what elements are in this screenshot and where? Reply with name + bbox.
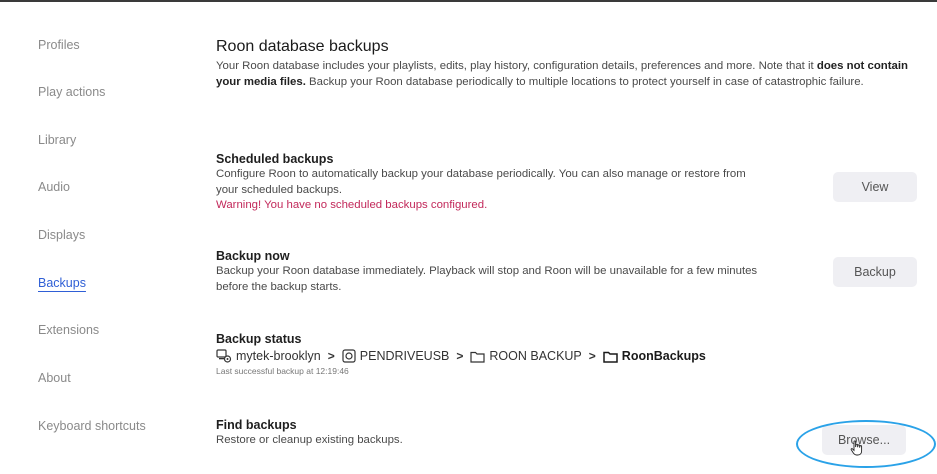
- path-segment-folder-roon-backup[interactable]: ROON BACKUP: [470, 349, 582, 363]
- scheduled-backups-section: Scheduled backups Configure Roon to auto…: [216, 152, 761, 214]
- folder-icon: [470, 351, 485, 363]
- network-drive-icon: [216, 349, 232, 363]
- backup-now-description: Backup your Roon database immediately. P…: [216, 265, 758, 293]
- sidebar-item-about[interactable]: About: [38, 371, 71, 385]
- settings-sidebar: Profiles Play actions Library Audio Disp…: [0, 2, 190, 474]
- intro-text: Your Roon database includes your playlis…: [216, 59, 916, 90]
- sidebar-item-audio[interactable]: Audio: [38, 180, 70, 194]
- path-segment-label: ROON BACKUP: [489, 349, 582, 363]
- last-backup-timestamp: Last successful backup at 12:19:46: [216, 366, 349, 376]
- chevron-right-icon: >: [327, 349, 335, 363]
- backups-panel: Roon database backups Your Roon database…: [216, 0, 917, 474]
- settings-window: Profiles Play actions Library Audio Disp…: [0, 0, 937, 474]
- usb-drive-icon: [342, 349, 356, 363]
- sidebar-item-library[interactable]: Library: [38, 133, 76, 147]
- backup-status-title: Backup status: [216, 332, 302, 346]
- backup-now-title: Backup now: [216, 249, 290, 263]
- scheduled-backups-description: Configure Roon to automatically backup y…: [216, 168, 746, 196]
- find-backups-title: Find backups: [216, 418, 297, 432]
- hand-cursor-icon: [850, 440, 863, 456]
- find-backups-section: Find backups Restore or cleanup existing…: [216, 418, 761, 449]
- scheduled-backups-warning: Warning! You have no scheduled backups c…: [216, 199, 488, 211]
- scheduled-backups-title: Scheduled backups: [216, 152, 334, 166]
- chevron-right-icon: >: [456, 349, 464, 363]
- sidebar-item-play-actions[interactable]: Play actions: [38, 85, 105, 99]
- backup-now-section: Backup now Backup your Roon database imm…: [216, 249, 761, 295]
- path-segment-label: RoonBackups: [621, 349, 706, 363]
- find-backups-description: Restore or cleanup existing backups.: [216, 434, 403, 446]
- backup-button[interactable]: Backup: [833, 257, 917, 287]
- path-segment-label: PENDRIVEUSB: [359, 349, 450, 363]
- path-segment-folder-roonbackups[interactable]: RoonBackups: [603, 349, 706, 363]
- page-title: Roon database backups: [216, 38, 389, 55]
- path-segment-label: mytek-brooklyn: [236, 349, 321, 363]
- backup-path-breadcrumb: mytek-brooklyn > PENDRIVEUSB > ROON BACK…: [216, 349, 856, 363]
- chevron-right-icon: >: [588, 349, 596, 363]
- path-segment-server[interactable]: mytek-brooklyn: [216, 349, 321, 363]
- sidebar-item-profiles[interactable]: Profiles: [38, 38, 80, 52]
- sidebar-item-extensions[interactable]: Extensions: [38, 323, 99, 337]
- sidebar-item-keyboard-shortcuts[interactable]: Keyboard shortcuts: [38, 419, 146, 433]
- sidebar-item-backups[interactable]: Backups: [38, 276, 86, 290]
- intro-text-part2: Backup your Roon database periodically t…: [305, 75, 864, 88]
- view-button[interactable]: View: [833, 172, 917, 202]
- intro-text-part1: Your Roon database includes your playlis…: [216, 60, 817, 72]
- backup-status-section: Backup status mytek-brooklyn > PENDRIVEU…: [216, 332, 856, 376]
- sidebar-item-displays[interactable]: Displays: [38, 228, 85, 242]
- path-segment-usb[interactable]: PENDRIVEUSB: [342, 349, 450, 363]
- folder-icon: [603, 351, 618, 363]
- browse-button[interactable]: Browse...: [822, 425, 906, 455]
